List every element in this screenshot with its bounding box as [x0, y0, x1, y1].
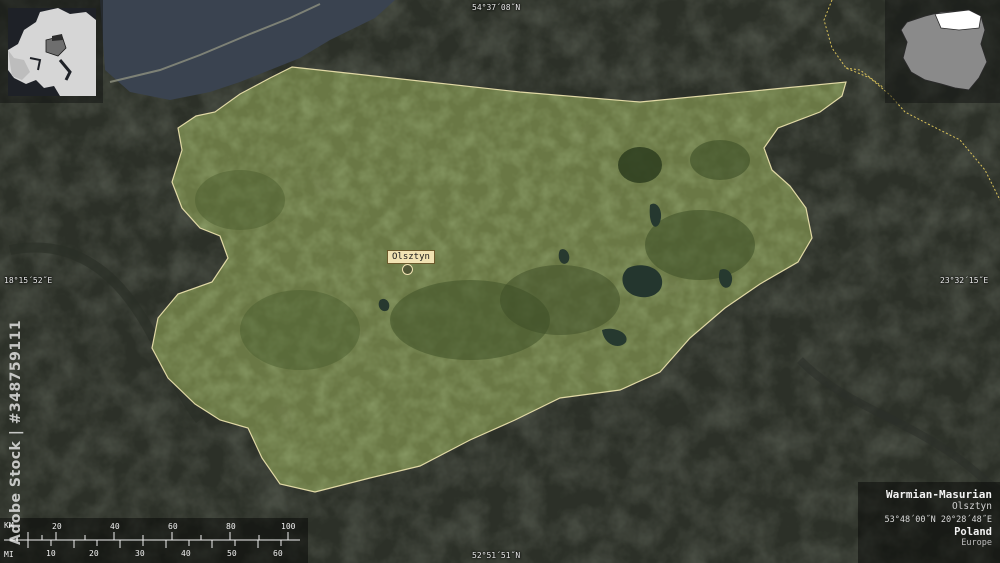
region-capital: Olsztyn: [951, 501, 992, 512]
mi-tick: 10: [46, 549, 56, 558]
mi-tick: 20: [89, 549, 99, 558]
forest-patch: [645, 210, 755, 280]
km-tick: 80: [226, 522, 236, 531]
satellite-map[interactable]: 54°37´08˝N 52°51´51˝N 18°15´52˝E 23°32´1…: [0, 0, 1000, 563]
km-tick: 100: [281, 522, 296, 531]
poland-locator-map: [900, 9, 988, 91]
coord-left: 18°15´52˝E: [4, 276, 53, 285]
europe-inset: [0, 0, 103, 103]
info-box: Warmian-Masurian Olsztyn 53°48´00˝N 20°2…: [858, 482, 1000, 563]
mi-tick: 50: [227, 549, 237, 558]
continent-name: Europe: [961, 538, 992, 548]
stock-watermark: Adobe Stock | #348759111: [8, 319, 24, 545]
coord-bottom: 52°51´51˝N: [472, 551, 521, 560]
km-tick: 20: [52, 522, 62, 531]
coord-top: 54°37´08˝N: [472, 3, 521, 12]
mi-tick: 30: [135, 549, 145, 558]
scale-bar: KM MI 20 40 60 80 100 10 20 30 40 50 60: [0, 518, 308, 563]
capital-label: Olsztyn: [387, 250, 435, 264]
forest-patch: [500, 265, 620, 335]
region-name: Warmian-Masurian: [886, 488, 992, 501]
forest-patch: [240, 290, 360, 370]
forest-patch: [618, 147, 662, 183]
km-tick: 40: [110, 522, 120, 531]
country-name: Poland: [954, 526, 992, 538]
country-inset: [885, 0, 1000, 103]
scale-unit-mi: MI: [4, 550, 14, 559]
mi-tick: 40: [181, 549, 191, 558]
coord-right: 23°32´15˝E: [940, 276, 989, 285]
forest-patch: [690, 140, 750, 180]
km-tick: 60: [168, 522, 178, 531]
map-canvas: [0, 0, 1000, 563]
capital-coordinates: 53°48´00˝N 20°28´48˝E: [884, 515, 992, 525]
forest-patch: [195, 170, 285, 230]
europe-locator-map: [8, 8, 96, 96]
mi-tick: 60: [273, 549, 283, 558]
capital-marker[interactable]: [402, 264, 413, 275]
